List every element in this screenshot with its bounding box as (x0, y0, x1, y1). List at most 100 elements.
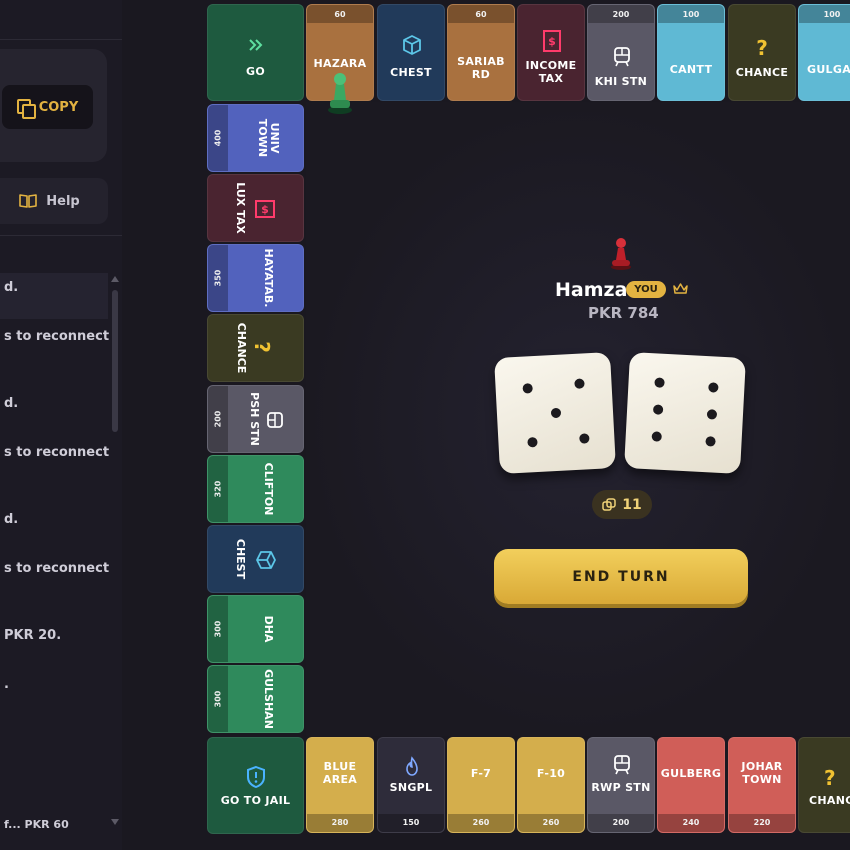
log-entry: d. (4, 512, 19, 527)
tile-name: GO (246, 65, 265, 78)
log-scrollbar[interactable] (112, 290, 118, 432)
die-pip (579, 433, 590, 444)
log-entry: PKR 20. (4, 628, 62, 643)
dice-total: 11 (622, 496, 642, 513)
tile-name: F-10 (536, 767, 566, 780)
tile-name: LUX TAX (234, 182, 247, 234)
tile-sariab-rd[interactable]: 60 SARIAB RD (447, 4, 515, 101)
sidebar-panel: COPY Help d. s to reconnect d. s to reco… (0, 0, 123, 850)
tile-price: 100 (682, 10, 700, 19)
help-button[interactable]: Help (0, 178, 108, 224)
tile-chance[interactable]: ? CHANCE (728, 4, 796, 101)
die-1[interactable] (494, 352, 616, 474)
tile-price: 350 (213, 269, 223, 287)
tile-price: 260 (542, 818, 560, 827)
tile-name: GULGASHT (807, 63, 850, 76)
end-turn-button[interactable]: END TURN (494, 549, 748, 604)
tile-name: CANTT (669, 63, 713, 76)
tile-name: KHI STN (594, 75, 648, 88)
scroll-down-arrow[interactable] (111, 819, 119, 825)
tile-price: 200 (612, 818, 630, 827)
tile-go-to-jail[interactable]: GO TO JAIL (207, 737, 304, 834)
tile-clifton[interactable]: 320 CLIFTON (207, 455, 304, 523)
tile-lux-tax[interactable]: LUX TAX $ (207, 174, 304, 242)
tile-chest-left[interactable]: CHEST (207, 525, 304, 593)
log-entry: s to reconnect (4, 561, 110, 576)
divider (0, 235, 122, 236)
log-entry: s to reconnect (4, 445, 110, 460)
die-pip (527, 436, 538, 448)
tile-price: 200 (612, 10, 630, 19)
log-entry: . (4, 677, 9, 692)
tile-chance-bottom[interactable]: ? CHANCE (798, 737, 850, 833)
tile-hayatab[interactable]: 350 HAYATAB. (207, 244, 304, 312)
tile-price: 220 (753, 818, 771, 827)
tile-sngpl[interactable]: SNGPL 150 (377, 737, 445, 833)
train-icon (614, 755, 630, 775)
tile-name: CHANCE (235, 322, 248, 374)
die-pip (706, 409, 718, 420)
tile-f10[interactable]: F-10 260 (517, 737, 585, 833)
player-money: PKR 784 (588, 304, 659, 322)
log-entry: s to reconnect (4, 329, 110, 344)
tile-name: GULBERG (660, 767, 722, 780)
tile-chance-left[interactable]: CHANCE ? (207, 314, 304, 382)
tile-gulshan[interactable]: 300 GULSHAN (207, 665, 304, 733)
go-arrows-icon (249, 39, 263, 51)
question-icon: ? (824, 766, 836, 790)
tile-price: 200 (213, 410, 223, 428)
tile-name: PSH STN (248, 392, 261, 446)
tile-price: 100 (823, 10, 841, 19)
tile-price: 400 (213, 129, 223, 147)
tile-johar-town[interactable]: JOHAR TOWN 220 (728, 737, 796, 833)
tile-price: 300 (213, 690, 223, 708)
flame-icon (406, 756, 418, 776)
tile-cantt[interactable]: 100 CANTT (657, 4, 725, 101)
tile-name: INCOME TAX (525, 59, 577, 85)
die-pip (654, 377, 665, 388)
tile-price: 240 (682, 818, 700, 827)
train-icon (614, 47, 630, 67)
copy-button[interactable]: COPY (2, 85, 93, 129)
tile-chest[interactable]: CHEST (377, 4, 445, 101)
die-2[interactable] (624, 352, 746, 474)
you-badge: YOU (626, 281, 666, 298)
tile-price: 300 (213, 620, 223, 638)
tile-name: SNGPL (389, 781, 433, 794)
tile-income-tax[interactable]: $ INCOME TAX (517, 4, 585, 101)
chest-cube-icon (403, 35, 421, 55)
tax-receipt-icon: $ (543, 30, 561, 52)
tile-name: CHEST (390, 66, 432, 79)
divider (0, 39, 122, 40)
chest-cube-icon (256, 551, 276, 569)
dice-icon (602, 497, 616, 511)
tile-gulgasht[interactable]: 100 GULGASHT (798, 4, 850, 101)
help-label: Help (46, 193, 80, 209)
tile-name: CHEST (234, 538, 247, 580)
die-pip (708, 382, 719, 393)
die-pip (522, 383, 533, 394)
tile-name: HAZARA (313, 57, 367, 70)
tile-go[interactable]: GO (207, 4, 304, 101)
tile-price: 60 (475, 10, 487, 19)
tile-psh-stn[interactable]: 200 PSH STN (207, 385, 304, 453)
book-icon (19, 194, 38, 208)
tile-gulberg[interactable]: GULBERG 240 (657, 737, 725, 833)
tile-rwp-stn[interactable]: RWP STN 200 (587, 737, 655, 833)
crown-icon (673, 283, 688, 294)
tile-blue-area[interactable]: BLUE AREA 280 (306, 737, 374, 833)
scroll-up-arrow[interactable] (111, 276, 119, 282)
tile-name: JOHAR TOWN (741, 760, 783, 786)
tile-name: CHANCE (735, 66, 789, 79)
tile-name: CLIFTON (262, 462, 275, 516)
tile-price: 60 (334, 10, 346, 19)
tile-name: UNIV TOWN (256, 118, 281, 158)
tile-univ-town[interactable]: 400 UNIV TOWN (207, 104, 304, 172)
jail-shield-icon (247, 765, 265, 789)
tile-f7[interactable]: F-7 260 (447, 737, 515, 833)
die-pip (652, 404, 664, 415)
tile-dha[interactable]: 300 DHA (207, 595, 304, 663)
tile-khi-stn[interactable]: 200 KHI STN (587, 4, 655, 101)
die-pip (550, 407, 562, 419)
tile-name: RWP STN (591, 781, 651, 794)
